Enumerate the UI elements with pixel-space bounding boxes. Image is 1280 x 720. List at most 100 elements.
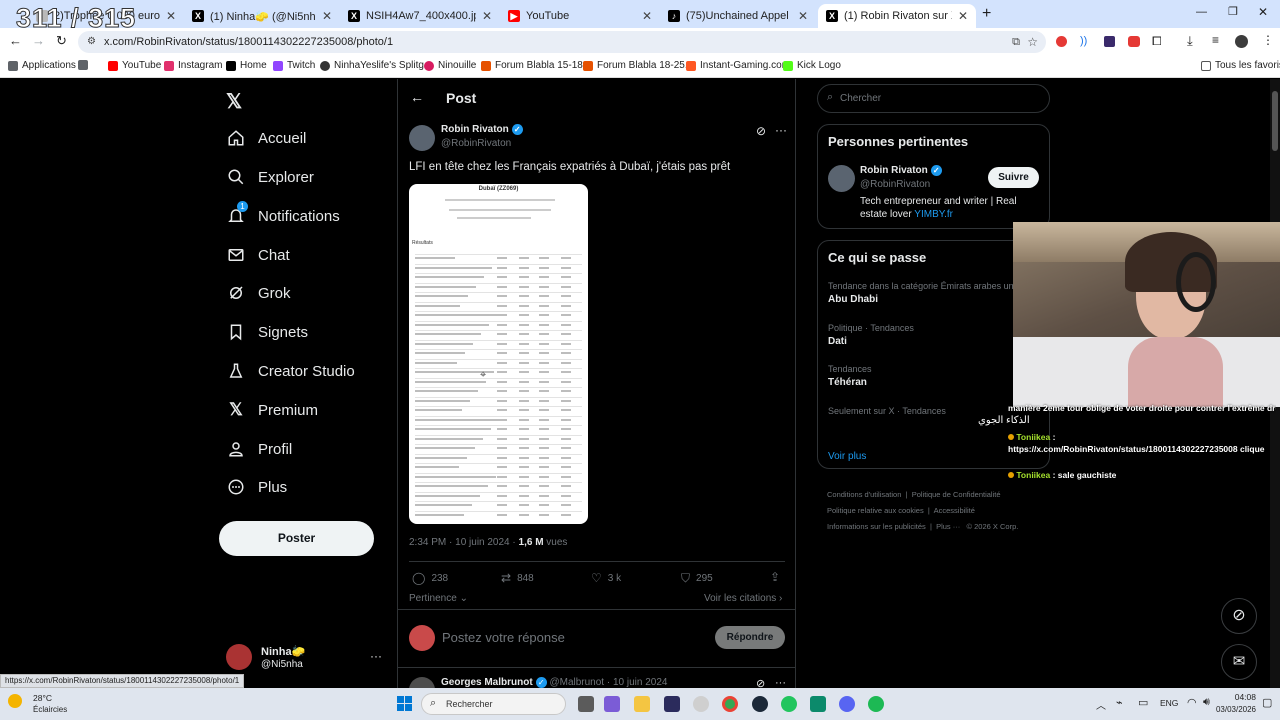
chevron-up-icon[interactable]: ︿ [1096,697,1106,712]
weather-icon[interactable] [8,694,22,708]
close-icon[interactable]: ✕ [642,9,652,23]
nav-creator-studio[interactable]: Creator Studio [226,356,355,386]
site-info-icon[interactable]: ⚙ [87,31,96,53]
app-icon[interactable] [810,696,826,712]
windows-start-icon[interactable] [397,696,413,712]
x-logo-icon[interactable]: 𝕏 [226,89,242,114]
extensions-puzzle-icon[interactable]: ⧠ [1152,34,1162,49]
bio-link[interactable]: YIMBY.fr [914,209,953,220]
clock-date[interactable]: 03/03/2026 [1210,705,1256,714]
browser-menu-icon[interactable]: ⋮ [1262,33,1274,47]
grok-float-button[interactable]: ⊘ [1221,598,1257,634]
tab-2[interactable]: X (1) Ninha🧽 (@Ni5nha) / X ✕ [184,4,340,28]
weather-desc[interactable]: Éclaircies [33,705,67,714]
scrollbar-thumb[interactable] [1272,91,1278,151]
close-icon[interactable]: ✕ [322,9,332,23]
footer-link[interactable]: Conditions d'utilisation [827,490,901,499]
bookmark-item[interactable]: Forum Blabla 15-18... [481,60,591,71]
new-tab-button[interactable]: + [982,5,991,23]
chrome-icon[interactable] [722,696,738,712]
nav-bookmarks[interactable]: Signets [226,317,308,347]
reply-submit-button[interactable]: Répondre [715,626,785,649]
sort-dropdown[interactable]: Pertinence ⌄ [409,593,468,604]
language-indicator[interactable]: ENG [1160,698,1178,708]
footer-link[interactable]: Accessibilité [934,506,975,515]
account-switcher[interactable]: Ninha🧽 @Ni5nha ··· [226,644,386,674]
weather-temp[interactable]: 28°C [33,693,52,703]
extension-icon[interactable] [1128,36,1140,47]
bookmark-item[interactable]: Ninouille [424,60,476,71]
nav-premium[interactable]: 𝕏 Premium [226,395,318,425]
nav-home[interactable]: Accueil [226,123,306,153]
wifi-icon[interactable]: ◠ [1187,696,1197,709]
nav-grok[interactable]: Grok [226,278,291,308]
footer-link[interactable]: Informations sur les publicités [827,522,926,531]
app-icon[interactable] [781,696,797,712]
notification-center-icon[interactable]: ▢ [1262,696,1272,709]
bookmark-item[interactable]: YouTube [108,60,161,71]
person-avatar[interactable] [828,165,855,192]
steam-icon[interactable] [752,696,768,712]
more-icon[interactable]: ··· [775,123,787,137]
spotify-icon[interactable] [868,696,884,712]
back-icon[interactable]: ← [9,33,22,48]
person-name[interactable]: Robin Rivaton ✓ [860,165,942,176]
bookmark-item[interactable]: Instagram [164,60,222,71]
obs-icon[interactable] [693,696,709,712]
close-icon[interactable]: ✕ [958,9,968,23]
tab-active[interactable]: X (1) Robin Rivaton sur X : "LFI en ✕ [818,4,976,28]
view-quotes-link[interactable]: Voir les citations › [704,593,782,604]
profile-avatar[interactable] [1235,35,1248,48]
close-window-button[interactable]: ✕ [1258,5,1268,19]
bookmark-item[interactable]: Twitch [273,60,315,71]
media-control-icon[interactable]: ≡ [1212,33,1219,47]
show-more-link[interactable]: Voir plus [828,451,866,462]
reply-input[interactable]: Postez votre réponse [442,630,565,645]
tray-icon[interactable]: ▭ [1138,696,1148,709]
all-bookmarks[interactable]: Tous les favoris [1201,60,1280,71]
forward-icon[interactable]: → [32,33,45,48]
post-image[interactable]: Dubaï (ZZ069) Résultats [409,184,588,524]
extension-icon[interactable] [1104,36,1115,47]
trend-item[interactable]: Tendances Téhéran [828,364,1028,388]
author-handle[interactable]: @RobinRivaton [441,138,511,149]
trend-item[interactable]: Politique · Tendances Dati [828,323,1028,347]
bookmark-item[interactable]: Home [226,60,267,71]
nav-explore[interactable]: Explorer [226,162,314,192]
bookmark-star-icon[interactable]: ☆ [1027,31,1038,53]
tab-5[interactable]: ♪ (75)Unchained Appel chocoh a ✕ [660,4,816,28]
volume-icon[interactable]: 🔊︎ [1203,696,1210,709]
bookmark-item[interactable]: Instant-Gaming.com [686,60,790,71]
extension-opera-icon[interactable] [1056,36,1067,47]
author-avatar[interactable] [409,125,435,151]
bookmark-item[interactable]: Forum Blabla 18-25... [583,60,693,71]
like-button[interactable]: ♡ 3 k [591,571,621,585]
reply-author-name[interactable]: Georges Malbrunot [441,677,533,688]
premiere-icon[interactable] [664,696,680,712]
messages-float-button[interactable]: ✉ [1221,644,1257,680]
tab-4[interactable]: ▶ YouTube ✕ [500,4,660,28]
repost-button[interactable]: ⇄ 848 [501,571,534,585]
app-icon[interactable] [604,696,620,712]
person-handle[interactable]: @RobinRivaton [860,179,930,190]
bookmark-item[interactable]: NinhaYeslife's Splitg... [320,60,432,71]
nav-profile[interactable]: Profil [226,434,292,464]
tab-3[interactable]: X NSIH4Aw7_400x400.jpg (400×4 ✕ [340,4,500,28]
clock-time[interactable]: 04:08 [1222,692,1256,702]
address-bar[interactable]: ⚙ x.com/RobinRivaton/status/180011430222… [78,31,1046,53]
discord-icon[interactable] [839,696,855,712]
minimize-button[interactable]: — [1196,6,1207,18]
taskbar-search[interactable]: ⌕ Rechercher [421,693,566,715]
search-box[interactable]: ⌕ Chercher [817,84,1050,113]
grok-icon[interactable]: ⊘ [756,124,766,138]
share-icon[interactable]: ⇪ [770,570,780,584]
nav-more[interactable]: Plus [226,472,287,502]
bookmark-button[interactable]: ⛉ 295 [681,571,713,586]
author-name[interactable]: Robin Rivaton ✓ [441,124,523,135]
close-icon[interactable]: ✕ [166,9,176,23]
back-arrow-icon[interactable]: ← [410,89,424,105]
extension-audio-icon[interactable]: )) [1080,35,1087,47]
bookmark-item[interactable] [78,60,92,70]
follow-button[interactable]: Suivre [988,167,1039,188]
footer-link[interactable]: Plus ··· [936,522,960,531]
